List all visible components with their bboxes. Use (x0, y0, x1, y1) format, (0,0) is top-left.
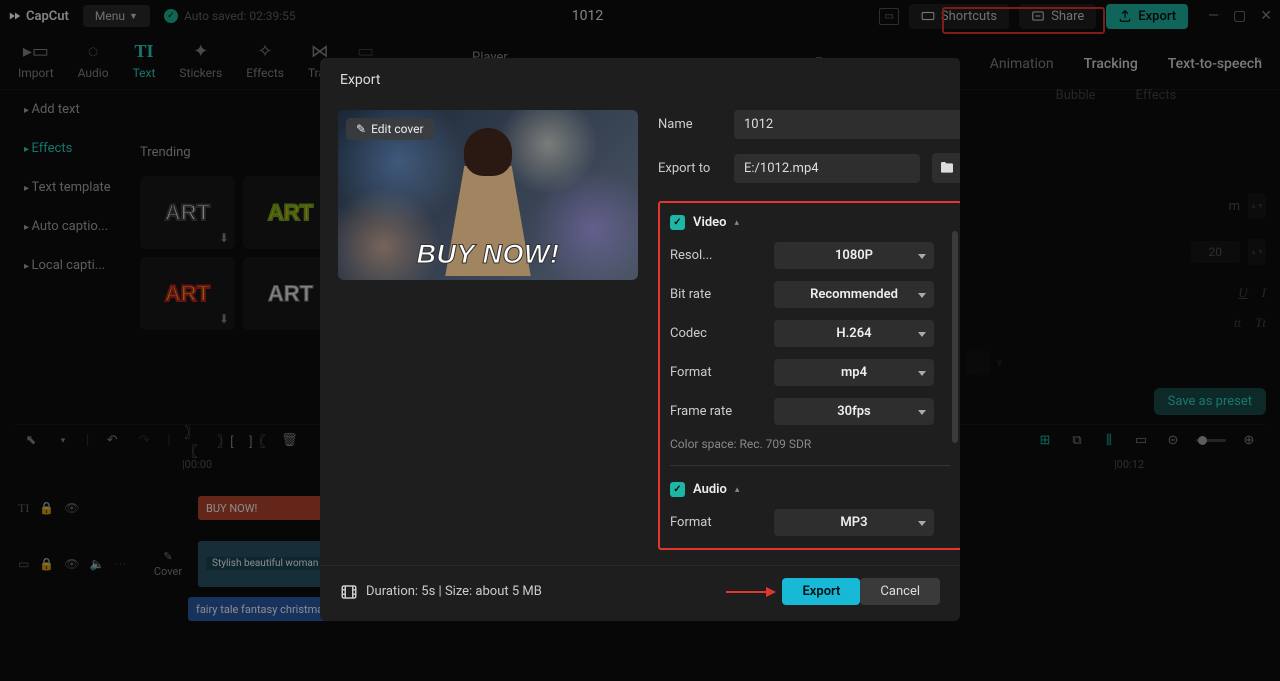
video-section-toggle[interactable]: ✓ Video ▴ (670, 215, 950, 230)
color-space-info: Color space: Rec. 709 SDR (670, 437, 950, 451)
codec-label: Codec (670, 326, 738, 341)
resolution-label: Resol... (670, 248, 738, 263)
edit-cover-button[interactable]: ✎ Edit cover (346, 118, 434, 140)
pencil-icon: ✎ (356, 122, 366, 136)
audio-format-label: Format (670, 515, 738, 530)
framerate-dropdown[interactable]: 30fps (774, 398, 934, 425)
cancel-button[interactable]: Cancel (860, 578, 940, 605)
name-label: Name (658, 117, 722, 132)
cover-preview: ✎ Edit cover BUY NOW! (338, 110, 638, 280)
export-modal: Export ✎ Edit cover BUY NOW! Name Ex (320, 58, 960, 621)
checkbox-checked-icon: ✓ (670, 482, 685, 497)
folder-icon (939, 160, 955, 176)
bitrate-dropdown[interactable]: Recommended (774, 281, 934, 308)
collapse-icon: ▴ (735, 218, 740, 228)
bitrate-label: Bit rate (670, 287, 738, 302)
arrow-annotation (726, 584, 776, 600)
export-confirm-button[interactable]: Export (782, 578, 860, 605)
export-settings-highlight: ✓ Video ▴ Resol... 1080P Bit rate Recomm… (658, 201, 960, 550)
cover-overlay-text: BUY NOW! (417, 239, 560, 270)
name-input[interactable] (734, 110, 960, 139)
format-label: Format (670, 365, 738, 380)
resolution-dropdown[interactable]: 1080P (774, 242, 934, 269)
modal-title: Export (320, 58, 960, 96)
framerate-label: Frame rate (670, 404, 738, 419)
scrollbar[interactable] (952, 231, 958, 443)
collapse-icon: ▴ (735, 485, 740, 495)
checkbox-checked-icon: ✓ (670, 215, 685, 230)
export-path-input[interactable] (734, 154, 920, 183)
audio-section-toggle[interactable]: ✓ Audio ▴ (670, 482, 950, 497)
film-icon (340, 583, 358, 601)
browse-folder-button[interactable] (932, 153, 960, 183)
audio-format-dropdown[interactable]: MP3 (774, 509, 934, 536)
export-to-label: Export to (658, 161, 722, 176)
format-dropdown[interactable]: mp4 (774, 359, 934, 386)
codec-dropdown[interactable]: H.264 (774, 320, 934, 347)
divider (670, 465, 950, 466)
export-duration-info: Duration: 5s | Size: about 5 MB (340, 583, 542, 601)
